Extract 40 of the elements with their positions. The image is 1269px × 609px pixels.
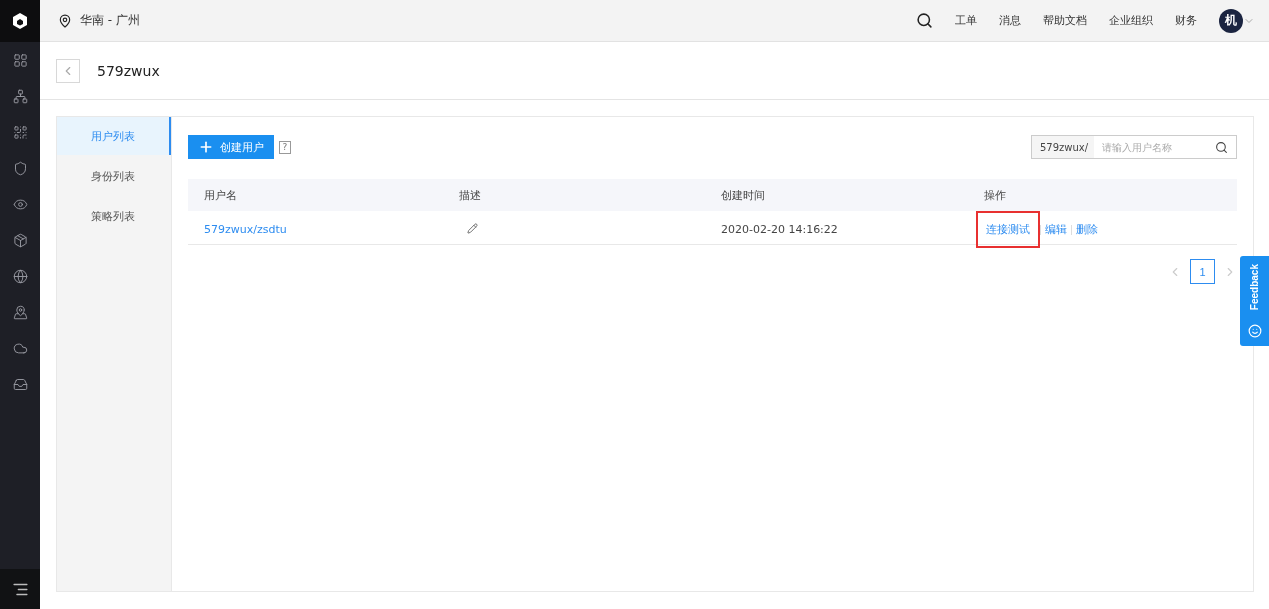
search-icon[interactable] [1215,140,1228,154]
globe-icon[interactable] [12,268,28,284]
cloud-icon[interactable] [12,340,28,356]
shield-icon[interactable] [12,160,28,176]
column-header: 操作 [983,187,1007,203]
nav-link[interactable]: 企业组织 [1109,13,1153,28]
location-pin-icon [58,13,72,28]
page-button[interactable]: 1 [1190,259,1215,284]
column-header: 描述 [458,187,482,203]
edit-icon[interactable] [467,222,478,234]
nav-link[interactable]: 帮助文档 [1043,13,1087,28]
help-icon[interactable]: ? [279,140,291,154]
package-icon[interactable] [12,232,28,248]
plus-icon [198,139,214,155]
inbox-icon[interactable] [12,376,28,392]
user-name-link[interactable]: 579zwux/zsdtu [188,223,443,236]
table-cell-text: 2020-02-20 14:16:22 [720,223,839,236]
action-link[interactable]: 连接测试 [976,211,1040,248]
nav-link[interactable]: 消息 [999,13,1021,28]
search-icon[interactable] [916,12,933,29]
action-link[interactable]: 编辑 [1041,222,1071,237]
eye-icon[interactable] [12,196,28,212]
user-avatar[interactable]: 机 [1219,8,1243,33]
column-header: 创建时间 [720,187,766,203]
region-selector[interactable]: 华南 - 广州 [80,12,140,29]
search-field[interactable]: 579zwux/ 请输入用户名称 [1031,135,1237,159]
column-header: 用户名 [203,187,238,203]
side-tab[interactable]: 策略列表 [57,197,171,235]
map-pin-icon[interactable] [12,304,28,320]
qr-code-icon[interactable] [12,124,28,140]
nav-link[interactable]: 财务 [1175,13,1197,28]
search-prefix: 579zwux/ [1032,136,1095,158]
action-link[interactable]: 删除 [1072,222,1102,237]
smile-icon [1247,324,1262,338]
logo-icon[interactable] [11,12,29,30]
network-icon[interactable] [12,88,28,104]
nav-link[interactable]: 工单 [955,13,977,28]
page-title: 579zwux [97,62,160,79]
grid-icon[interactable] [12,52,28,68]
side-tab[interactable]: 身份列表 [57,157,171,195]
